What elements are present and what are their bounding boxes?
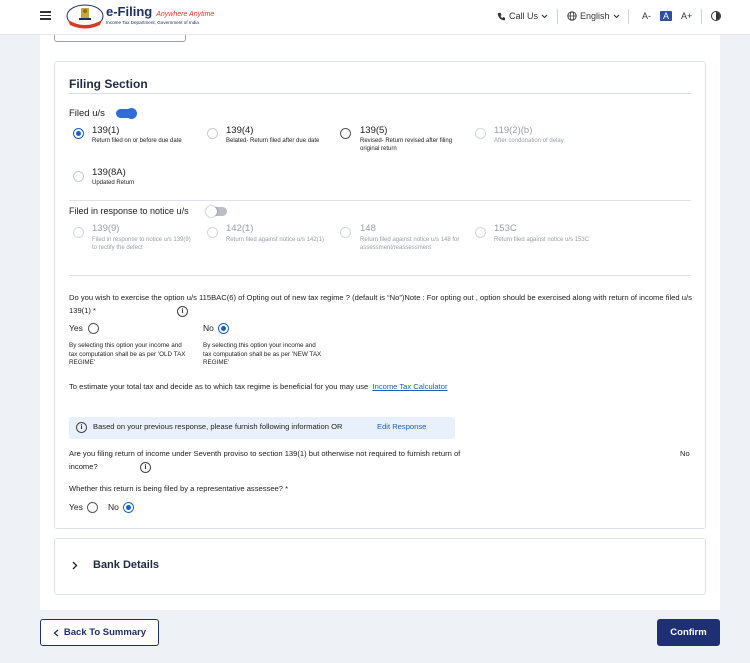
radio-142-1[interactable] bbox=[207, 227, 218, 238]
rep-no-label: No bbox=[108, 502, 119, 512]
notice-code-148: 148 bbox=[360, 223, 376, 234]
radio-139-8a[interactable] bbox=[73, 171, 84, 182]
bank-details-title: Bank Details bbox=[93, 559, 160, 571]
radio-148[interactable] bbox=[340, 227, 351, 238]
back-to-summary-button[interactable]: Back To Summary bbox=[40, 619, 159, 646]
logo-text: e-Filing Anywhere Anytime Income Tax Depa… bbox=[106, 4, 214, 25]
chevron-right-icon bbox=[72, 561, 78, 570]
option-code-139-4: 139(4) bbox=[226, 125, 254, 136]
notice-desc-139-9: Filed in response to notice u/s 139(9) t… bbox=[92, 237, 191, 251]
notice-code-142-1: 142(1) bbox=[226, 223, 254, 234]
seventh-proviso-question: Are you filing return of income under Se… bbox=[69, 449, 461, 471]
font-normal-button[interactable]: A bbox=[660, 11, 673, 21]
logo-tagline: Anywhere Anytime bbox=[156, 11, 215, 18]
regime-yes-desc: By selecting this option your income and… bbox=[69, 342, 186, 366]
notice-label: Filed in response to notice u/s bbox=[69, 206, 189, 216]
previous-section-card bbox=[54, 35, 186, 42]
regime-no-radio[interactable] bbox=[218, 323, 229, 334]
hamburger-menu-icon[interactable] bbox=[40, 11, 51, 20]
radio-139-9[interactable] bbox=[73, 227, 84, 238]
option-desc-119-2-b: After condonation of delay bbox=[494, 138, 564, 144]
regime-yes-label: Yes bbox=[69, 323, 83, 333]
radio-139-1[interactable] bbox=[73, 128, 84, 139]
notice-desc-142-1: Return filed against notice u/s 142(1) bbox=[226, 237, 325, 243]
option-desc-139-4: Belated- Return filed after due date bbox=[226, 138, 320, 144]
chevron-down-icon bbox=[613, 14, 619, 18]
logo-title: e-Filing Anywhere Anytime bbox=[106, 4, 215, 19]
rep-yes-label: Yes bbox=[69, 502, 83, 512]
info-icon[interactable]: i bbox=[177, 306, 188, 317]
phone-icon bbox=[497, 12, 506, 20]
emblem-logo-icon bbox=[66, 4, 104, 29]
filing-section-title: Filing Section bbox=[69, 77, 148, 91]
radio-153c[interactable] bbox=[475, 227, 486, 238]
top-header: e-Filing Anywhere Anytime Income Tax Depa… bbox=[0, 0, 750, 35]
filed-us-label: Filed u/s bbox=[69, 108, 105, 119]
banner-text: Based on your previous response, please … bbox=[93, 422, 343, 431]
font-decrease-button[interactable]: A- bbox=[642, 11, 651, 21]
regime-no-desc: By selecting this option your income and… bbox=[203, 342, 322, 366]
confirm-label: Confirm bbox=[670, 627, 707, 638]
contrast-toggle-icon[interactable] bbox=[711, 11, 721, 21]
call-us-dropdown[interactable]: Call Us bbox=[497, 11, 548, 21]
option-code-139-5: 139(5) bbox=[360, 125, 388, 136]
notice-toggle[interactable] bbox=[206, 206, 227, 217]
seventh-proviso-answer: No bbox=[680, 449, 690, 458]
notice-desc-148: Return filed against notice u/s 148 for … bbox=[360, 237, 460, 251]
filed-us-toggle[interactable] bbox=[116, 108, 137, 119]
radio-119-2-b[interactable] bbox=[475, 128, 486, 139]
rep-yes-radio[interactable] bbox=[87, 502, 98, 513]
option-desc-139-8a: Updated Return bbox=[92, 180, 135, 186]
rep-no-radio[interactable] bbox=[123, 502, 134, 513]
call-us-label: Call Us bbox=[509, 11, 539, 21]
regime-no-label: No bbox=[203, 323, 214, 333]
option-desc-139-1: Return filed on or before due date bbox=[92, 138, 182, 144]
estimate-text: To estimate your total tax and decide as… bbox=[69, 382, 448, 391]
option-desc-139-5: Revised- Return revised after filing ori… bbox=[360, 138, 453, 152]
regime-question: Do you wish to exercise the option u/s 1… bbox=[69, 293, 692, 315]
info-circle-icon: i bbox=[76, 422, 87, 433]
radio-139-4[interactable] bbox=[207, 128, 218, 139]
edit-response-link[interactable]: Edit Response bbox=[377, 421, 426, 434]
confirm-button[interactable]: Confirm bbox=[657, 619, 720, 646]
representative-question: Whether this return is being filed by a … bbox=[69, 484, 289, 493]
language-dropdown[interactable]: English bbox=[567, 11, 620, 21]
regime-yes-radio[interactable] bbox=[88, 323, 99, 334]
chevron-down-icon bbox=[541, 14, 548, 18]
chevron-left-icon bbox=[53, 629, 59, 636]
info-icon[interactable]: i bbox=[140, 462, 151, 473]
back-to-summary-label: Back To Summary bbox=[63, 627, 147, 638]
option-code-139-1: 139(1) bbox=[92, 125, 120, 136]
notice-desc-153c: Return filed against notice u/s 153C bbox=[494, 237, 590, 243]
option-code-139-8a: 139(8A) bbox=[92, 167, 126, 178]
notice-code-139-9: 139(9) bbox=[92, 223, 120, 234]
logo-subtitle: Income Tax Department, Government of Ind… bbox=[106, 20, 199, 25]
globe-icon bbox=[567, 11, 577, 21]
income-tax-calculator-link[interactable]: Income Tax Calculator bbox=[373, 382, 448, 391]
notice-code-153c: 153C bbox=[494, 223, 517, 234]
option-code-119-2-b: 119(2)(b) bbox=[494, 125, 533, 136]
radio-139-5[interactable] bbox=[340, 128, 351, 139]
language-label: English bbox=[580, 11, 610, 21]
font-increase-button[interactable]: A+ bbox=[681, 11, 692, 21]
